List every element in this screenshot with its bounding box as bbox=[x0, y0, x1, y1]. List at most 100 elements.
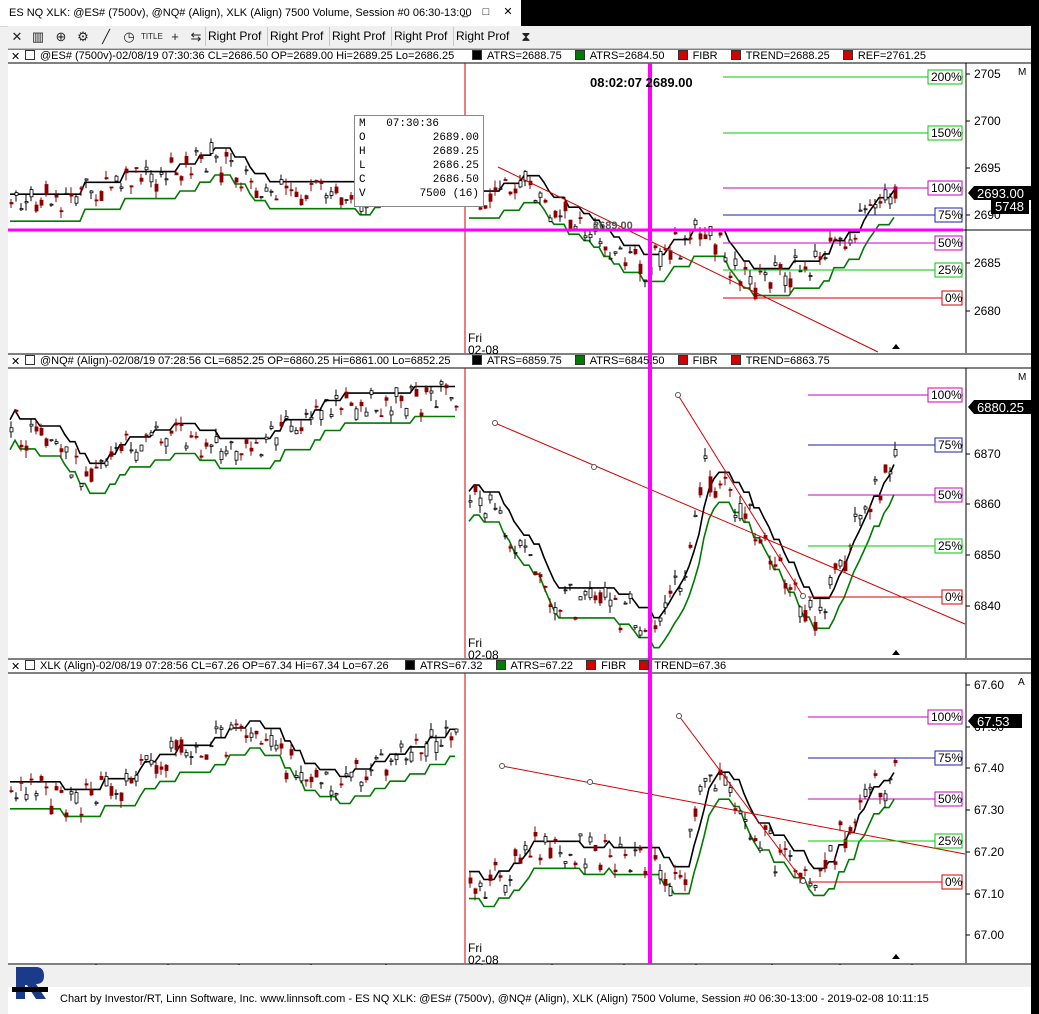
indicator-label[interactable]: ATRS=6859.75 bbox=[487, 354, 562, 368]
candle-body bbox=[84, 178, 89, 181]
candle-body bbox=[199, 155, 204, 159]
pane-1-swatch-icon bbox=[25, 50, 35, 60]
indicator-label[interactable]: ATRS=6845.50 bbox=[590, 354, 665, 368]
indicator-label[interactable]: ATRS=2684.50 bbox=[590, 49, 665, 63]
candle-body bbox=[114, 175, 119, 182]
candle-body bbox=[274, 437, 279, 446]
fib-label: 100% bbox=[931, 388, 962, 402]
crosshair-icon[interactable]: + bbox=[166, 28, 184, 46]
right-prof-button-1[interactable]: Right Prof bbox=[205, 27, 263, 46]
candle-body bbox=[419, 412, 424, 417]
candle-body bbox=[139, 444, 144, 452]
candle-body bbox=[249, 180, 254, 183]
candle-body bbox=[743, 266, 748, 271]
right-prof-button-3[interactable]: Right Prof bbox=[329, 27, 387, 46]
right-prof-button-2[interactable]: Right Prof bbox=[267, 27, 325, 46]
gear-icon[interactable]: ⚙ bbox=[74, 28, 92, 46]
chart-canvas[interactable]: 270527002695269026852680M687068606850684… bbox=[8, 48, 1038, 986]
indicator-swatch-icon bbox=[472, 355, 482, 365]
candle-body bbox=[533, 571, 538, 576]
clock-icon[interactable]: ◷ bbox=[120, 28, 138, 46]
indicator-label[interactable]: TREND=67.36 bbox=[654, 659, 726, 673]
candle-body bbox=[334, 793, 339, 796]
pane-1-symbol: @ES# (7500v)-02/08/19 07:30:36 CL=2686.5… bbox=[40, 50, 455, 62]
candle-body bbox=[523, 545, 528, 548]
candle-body bbox=[174, 172, 179, 176]
indicator-label[interactable]: ATRS=2688.75 bbox=[487, 49, 562, 63]
fib-label: 100% bbox=[931, 181, 962, 195]
maximize-button[interactable]: □ bbox=[476, 3, 496, 21]
candle-body bbox=[29, 189, 34, 198]
bar-chart-icon[interactable]: ▥ bbox=[29, 28, 47, 46]
indicator-label[interactable]: REF=2761.25 bbox=[858, 49, 926, 63]
candle-body bbox=[568, 583, 573, 586]
cursor-icon[interactable]: ⇆ bbox=[186, 28, 206, 46]
candle-body bbox=[553, 607, 558, 615]
right-prof-button-5[interactable]: Right Prof bbox=[453, 27, 511, 46]
candle-body bbox=[374, 757, 379, 760]
candle-body bbox=[673, 871, 678, 874]
chart-area[interactable]: 2705 2700 2695 2690 2685 2680 M 6870 6860 6850 684… bbox=[8, 48, 1038, 986]
candle-body bbox=[339, 408, 344, 411]
data-window-key: M bbox=[359, 118, 366, 130]
candle-body bbox=[528, 554, 533, 557]
candle-body bbox=[698, 786, 703, 792]
right-prof-button-4[interactable]: Right Prof bbox=[391, 27, 449, 46]
price-tick-label: 2700 bbox=[974, 114, 1001, 128]
candle-body bbox=[39, 427, 44, 436]
candle-body bbox=[34, 204, 39, 212]
candle-body bbox=[429, 729, 434, 737]
close-icon[interactable]: ✕ bbox=[10, 28, 24, 46]
indicator-label[interactable]: TREND=6863.75 bbox=[746, 354, 830, 368]
fib-label: 0% bbox=[945, 875, 963, 889]
pane-1-close-icon[interactable]: ✕ bbox=[11, 50, 20, 63]
price-tick-label: 67.30 bbox=[974, 803, 1004, 817]
candle-body bbox=[798, 606, 803, 618]
candle-body bbox=[668, 590, 673, 594]
close-window-button[interactable]: ✕ bbox=[498, 3, 518, 21]
title-bar[interactable]: ES NQ XLK: @ES# (7500v), @NQ# (Align), X… bbox=[0, 0, 521, 27]
footer: Chart by Investor/RT, Linn Software, Inc… bbox=[8, 987, 1031, 1014]
zoom-icon[interactable]: ⊕ bbox=[52, 28, 70, 46]
candle-body bbox=[434, 406, 439, 409]
candle-body bbox=[99, 460, 104, 463]
pane-2-swatch-icon bbox=[25, 355, 35, 365]
indicator-label[interactable]: FIBR bbox=[693, 49, 718, 63]
candle-body bbox=[758, 270, 763, 273]
candle-body bbox=[823, 611, 828, 614]
candle-body bbox=[144, 434, 149, 437]
hourglass-icon[interactable]: ⧗ bbox=[518, 28, 534, 46]
minimize-button[interactable]: _ bbox=[455, 3, 475, 21]
indicator-label[interactable]: TREND=2688.25 bbox=[746, 49, 830, 63]
candle-body bbox=[888, 778, 893, 781]
candle-body bbox=[59, 448, 64, 453]
candle-body bbox=[803, 869, 808, 872]
candle-body bbox=[359, 781, 364, 787]
candle-body bbox=[9, 427, 14, 433]
candle-body bbox=[254, 730, 259, 735]
title-icon[interactable]: TITLE bbox=[141, 28, 163, 46]
fib-label: 75% bbox=[938, 438, 962, 452]
trend-anchor bbox=[675, 392, 681, 398]
pane-2-close-icon[interactable]: ✕ bbox=[11, 355, 20, 368]
candle-body bbox=[543, 836, 548, 843]
candle-body bbox=[563, 201, 568, 212]
pane-3-close-icon[interactable]: ✕ bbox=[11, 660, 20, 673]
indicator-label[interactable]: ATRS=67.22 bbox=[511, 659, 573, 673]
footer-credit: Chart by Investor/RT, Linn Software, Inc… bbox=[60, 993, 929, 1005]
candle-body bbox=[89, 789, 94, 796]
candle-body bbox=[104, 776, 109, 787]
candle-body bbox=[658, 869, 663, 880]
indicator-label[interactable]: FIBR bbox=[601, 659, 626, 673]
indicator-swatch-icon bbox=[586, 660, 597, 670]
indicator-swatch-icon bbox=[677, 355, 688, 365]
data-window-key: V bbox=[359, 188, 366, 200]
candle-body bbox=[204, 170, 209, 173]
indicator-label[interactable]: FIBR bbox=[693, 354, 718, 368]
candle-body bbox=[159, 441, 164, 444]
candle-body bbox=[708, 476, 713, 493]
indicator-label[interactable]: ATRS=67.32 bbox=[420, 659, 482, 673]
candle-body bbox=[513, 849, 518, 856]
pane-2-indicators: ATRS=6859.75 ATRS=6845.50 FIBR TREND=686… bbox=[472, 354, 840, 368]
draw-line-icon[interactable]: ╱ bbox=[97, 28, 115, 46]
